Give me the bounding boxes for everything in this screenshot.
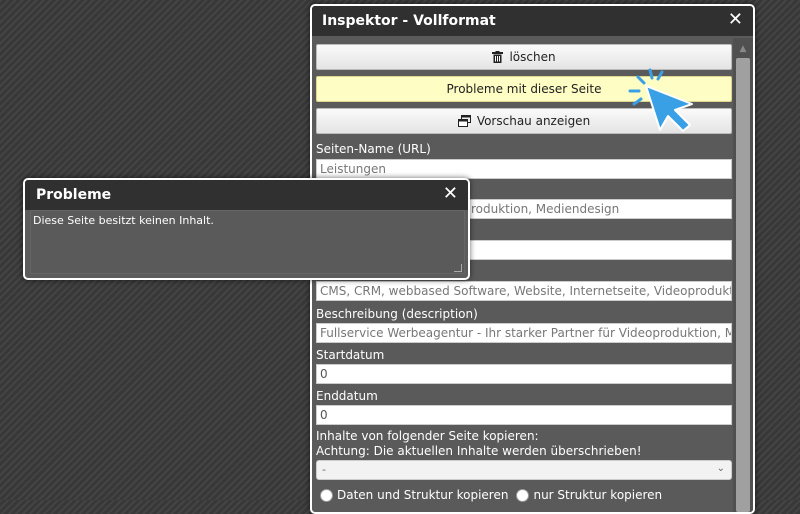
trash-icon [492,51,504,63]
copy-source-value: - [322,463,326,476]
description-field[interactable]: Fullservice Werbeagentur - Ihr starker P… [316,323,732,343]
keywords-field[interactable]: CMS, CRM, webbased Software, Website, In… [316,281,732,301]
enddate-label: Enddatum [316,389,378,403]
copy-warning-label: Achtung: Die aktuellen Inhalte werden üb… [316,444,642,458]
click-pointer-icon [628,68,693,132]
scroll-up-icon[interactable]: ▲ [733,42,753,56]
problems-message: Diese Seite besitzt keinen Inhalt. [33,214,214,227]
problems-dialog-title: Probleme [36,187,112,203]
problems-message-box[interactable]: Diese Seite besitzt keinen Inhalt. [30,210,465,274]
inspector-titlebar[interactable]: Inspektor - Vollformat ✕ [312,6,753,36]
inspector-close-icon[interactable]: ✕ [728,9,743,31]
inspector-scrollbar[interactable]: ▲ [733,38,753,512]
copy-source-select[interactable]: - ⌄ [316,460,732,480]
page-name-field[interactable]: Leistungen [316,159,732,179]
copy-label-line1: Inhalte von folgender Seite kopieren: [316,429,539,443]
startdate-field[interactable]: 0 [316,364,732,384]
scrollbar-thumb[interactable] [736,58,750,512]
delete-button-label: löschen [509,50,556,64]
inspector-title: Inspektor - Vollformat [322,13,496,29]
page-name-label: Seiten-Name (URL) [316,142,431,156]
problems-dialog: Probleme ✕ Diese Seite besitzt keinen In… [23,178,470,280]
description-label: Beschreibung (description) [316,307,478,321]
chevron-down-icon: ⌄ [716,463,725,474]
preview-button-label: Vorschau anzeigen [476,114,591,128]
resize-handle-icon[interactable] [454,264,462,272]
window-restore-icon [457,115,471,127]
enddate-field[interactable]: 0 [316,405,732,425]
problems-dialog-close-icon[interactable]: ✕ [443,183,458,205]
problems-dialog-titlebar[interactable]: Probleme ✕ [25,180,468,210]
page-problems-label: Probleme mit dieser Seite [446,82,602,96]
startdate-label: Startdatum [316,348,385,362]
